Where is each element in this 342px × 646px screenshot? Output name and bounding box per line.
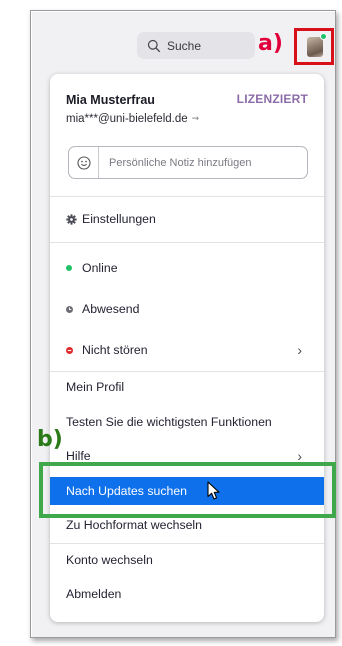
menu-item-settings[interactable]: Einstellungen bbox=[50, 205, 324, 233]
divider bbox=[50, 242, 324, 243]
profile-menu: Mia Musterfrau LIZENZIERT mia***@uni-bie… bbox=[50, 74, 324, 622]
menu-item-label: Nicht stören bbox=[82, 343, 148, 357]
smiley-icon[interactable] bbox=[69, 147, 99, 178]
online-status-icon bbox=[66, 265, 80, 271]
search-icon bbox=[147, 39, 161, 52]
menu-item-label: Konto wechseln bbox=[66, 553, 153, 567]
personal-note-field[interactable]: Persönliche Notiz hinzufügen bbox=[68, 146, 308, 179]
annotation-highlight-frame bbox=[39, 462, 336, 518]
mouse-pointer-icon bbox=[207, 481, 220, 500]
menu-item-status-dnd[interactable]: Nicht stören › bbox=[50, 336, 324, 364]
menu-item-label: Hilfe bbox=[66, 449, 91, 463]
annotation-label-b: b) bbox=[37, 427, 63, 452]
menu-item-label: Online bbox=[82, 261, 118, 275]
divider bbox=[50, 196, 324, 197]
search-button[interactable]: Suche bbox=[137, 32, 255, 59]
menu-item-label: Abwesend bbox=[82, 302, 140, 316]
menu-item-sign-out[interactable]: Abmelden bbox=[50, 580, 324, 608]
divider bbox=[50, 371, 324, 372]
menu-item-switch-account[interactable]: Konto wechseln bbox=[50, 546, 324, 574]
avatar-highlight-frame bbox=[294, 28, 334, 65]
search-label: Suche bbox=[167, 38, 202, 53]
chevron-right-icon: › bbox=[297, 342, 302, 358]
external-icon: ⇝ bbox=[191, 113, 200, 123]
user-email-text: mia***@uni-bielefeld.de bbox=[66, 113, 188, 125]
menu-item-status-online[interactable]: Online bbox=[50, 254, 324, 282]
menu-item-label: Testen Sie die wichtigsten Funktionen bbox=[66, 415, 272, 429]
note-placeholder: Persönliche Notiz hinzufügen bbox=[109, 156, 252, 169]
online-status-dot bbox=[320, 33, 327, 40]
menu-item-my-profile[interactable]: Mein Profil bbox=[50, 373, 324, 401]
annotation-label-a: a) bbox=[258, 31, 283, 56]
divider bbox=[50, 543, 324, 544]
user-name: Mia Musterfrau bbox=[66, 93, 155, 107]
menu-item-label: Mein Profil bbox=[66, 380, 125, 394]
avatar[interactable] bbox=[307, 37, 323, 57]
menu-item-try-features[interactable]: Testen Sie die wichtigsten Funktionen bbox=[50, 408, 324, 436]
menu-item-label: Abmelden bbox=[66, 587, 122, 601]
menu-item-status-away[interactable]: Abwesend bbox=[50, 295, 324, 323]
license-badge: LIZENZIERT bbox=[236, 92, 308, 106]
user-email: mia***@uni-bielefeld.de ⇝ bbox=[66, 113, 199, 125]
do-not-disturb-icon bbox=[66, 346, 80, 354]
menu-item-label: Einstellungen bbox=[82, 212, 156, 226]
gear-icon bbox=[66, 213, 80, 225]
menu-item-label: Zu Hochformat wechseln bbox=[66, 518, 203, 532]
away-status-icon bbox=[66, 305, 80, 313]
